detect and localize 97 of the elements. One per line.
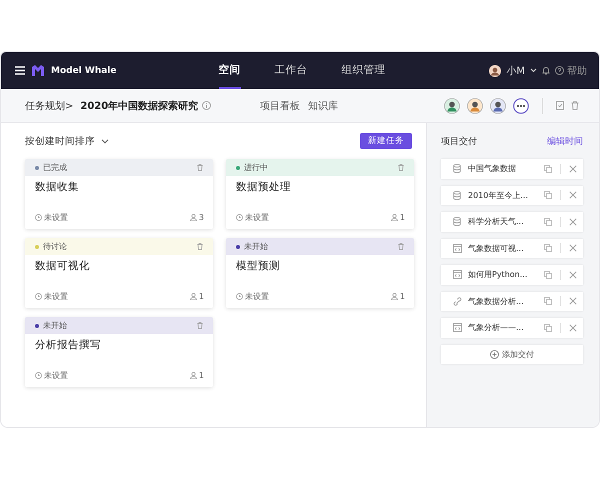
close-icon[interactable]	[569, 270, 577, 279]
nav-tab[interactable]: 工作台	[274, 52, 308, 89]
close-icon[interactable]	[569, 244, 577, 252]
breadcrumb-link[interactable]: 任务规划>	[25, 98, 74, 112]
member-count: 1	[198, 292, 204, 301]
code-file-icon	[453, 244, 462, 253]
chevron-down-icon[interactable]	[530, 68, 537, 73]
project-title: 2020年中国数据探索研究	[80, 100, 198, 112]
avatar-icon	[489, 64, 502, 76]
copy-icon[interactable]	[544, 297, 552, 306]
deliverable-item[interactable]: 2010年至今上...	[441, 186, 583, 205]
new-task-button[interactable]: 新建任务	[360, 133, 412, 149]
nav-tab[interactable]: 组织管理	[342, 52, 386, 89]
status-label: 待讨论	[43, 241, 68, 252]
member-avatar-icon[interactable]	[467, 98, 483, 114]
task-title: 数据收集	[34, 180, 80, 195]
code-file-icon	[453, 270, 462, 280]
whale-logo-icon	[31, 64, 45, 77]
task-card[interactable]: 进行中 数据预处理 未设置 1	[226, 159, 414, 229]
edit-time-link[interactable]: 编辑时间	[547, 134, 583, 148]
member-count: 3	[198, 213, 204, 222]
copy-icon[interactable]	[544, 164, 552, 173]
trash-icon[interactable]	[398, 164, 404, 171]
plus-circle-icon	[490, 350, 499, 358]
due-date: 未设置	[44, 291, 68, 302]
clock-icon	[236, 214, 243, 221]
due-date: 未设置	[245, 291, 269, 302]
project-tab[interactable]: 项目看板	[260, 98, 300, 112]
copy-icon[interactable]	[544, 191, 552, 200]
deliverable-item[interactable]: 气象数据分析...	[441, 292, 583, 311]
person-icon	[190, 293, 197, 300]
help-link[interactable]: 帮助	[566, 64, 587, 78]
close-icon[interactable]	[569, 191, 577, 200]
more-icon[interactable]	[513, 98, 529, 114]
copy-icon[interactable]	[544, 218, 552, 226]
status-label: 进行中	[244, 162, 269, 173]
user-name[interactable]: 小M	[506, 64, 525, 78]
due-date: 未设置	[44, 212, 68, 223]
trash-icon[interactable]	[398, 243, 404, 250]
deliverable-item[interactable]: 气象分析——...	[441, 318, 583, 338]
task-card[interactable]: 未开始 模型预测 未设置 1	[226, 238, 414, 308]
copy-icon[interactable]	[544, 270, 552, 279]
close-icon[interactable]	[569, 324, 577, 332]
task-card[interactable]: 待讨论 数据可视化 未设置 1	[25, 238, 213, 308]
add-deliverable-button[interactable]: 添加交付	[441, 344, 583, 364]
member-count: 1	[198, 371, 204, 380]
database-icon	[453, 217, 462, 226]
close-icon[interactable]	[569, 297, 577, 306]
member-count: 1	[400, 292, 405, 301]
brand-name: Model Whale	[51, 66, 117, 76]
task-card[interactable]: 已完成 数据收集 未设置 3	[25, 159, 213, 229]
clock-icon	[35, 372, 42, 379]
task-title: 分析报告撰写	[34, 338, 102, 353]
task-title: 数据预处理	[235, 180, 292, 195]
trash-icon[interactable]	[197, 322, 203, 329]
person-icon	[190, 214, 197, 221]
trash-icon[interactable]	[197, 243, 203, 250]
database-icon	[453, 164, 462, 174]
project-tab[interactable]: 知识库	[308, 98, 338, 112]
deliverable-item[interactable]: 科学分析天气...	[441, 212, 583, 232]
menu-icon[interactable]	[15, 66, 25, 75]
bell-icon[interactable]	[542, 66, 550, 75]
person-icon	[390, 214, 398, 221]
member-avatar-icon[interactable]	[490, 98, 506, 114]
person-icon	[390, 293, 398, 300]
person-icon	[190, 372, 197, 379]
task-title: 模型预测	[235, 259, 281, 274]
code-file-icon	[453, 323, 462, 332]
clock-icon	[35, 293, 42, 300]
copy-icon[interactable]	[544, 244, 552, 252]
edit-icon[interactable]	[556, 101, 564, 110]
link-icon	[453, 296, 462, 306]
close-icon[interactable]	[569, 164, 577, 173]
close-icon[interactable]	[569, 218, 577, 226]
help-icon[interactable]	[554, 66, 564, 75]
info-icon[interactable]	[202, 101, 212, 110]
status-label: 未开始	[43, 320, 68, 331]
sort-dropdown[interactable]: 按创建时间排序	[25, 134, 109, 148]
copy-icon[interactable]	[544, 324, 552, 332]
clock-icon	[236, 293, 243, 300]
status-label: 已完成	[43, 162, 68, 173]
task-card[interactable]: 未开始 分析报告撰写 未设置 1	[25, 317, 213, 387]
deliverable-item[interactable]: 如何用Python...	[441, 265, 583, 284]
member-count: 1	[400, 213, 405, 222]
task-title: 数据可视化	[34, 259, 91, 274]
status-label: 未开始	[244, 241, 269, 252]
due-date: 未设置	[44, 370, 68, 381]
deliverable-item[interactable]: 气象数据可视...	[441, 238, 583, 258]
database-icon	[453, 190, 462, 200]
clock-icon	[35, 214, 42, 221]
panel-title: 项目交付	[441, 136, 477, 148]
member-avatar-icon[interactable]	[444, 98, 460, 114]
trash-icon[interactable]	[571, 101, 579, 110]
due-date: 未设置	[245, 212, 269, 223]
deliverable-item[interactable]: 中国气象数据	[441, 159, 583, 178]
trash-icon[interactable]	[197, 164, 203, 171]
chevron-down-icon	[101, 138, 109, 144]
